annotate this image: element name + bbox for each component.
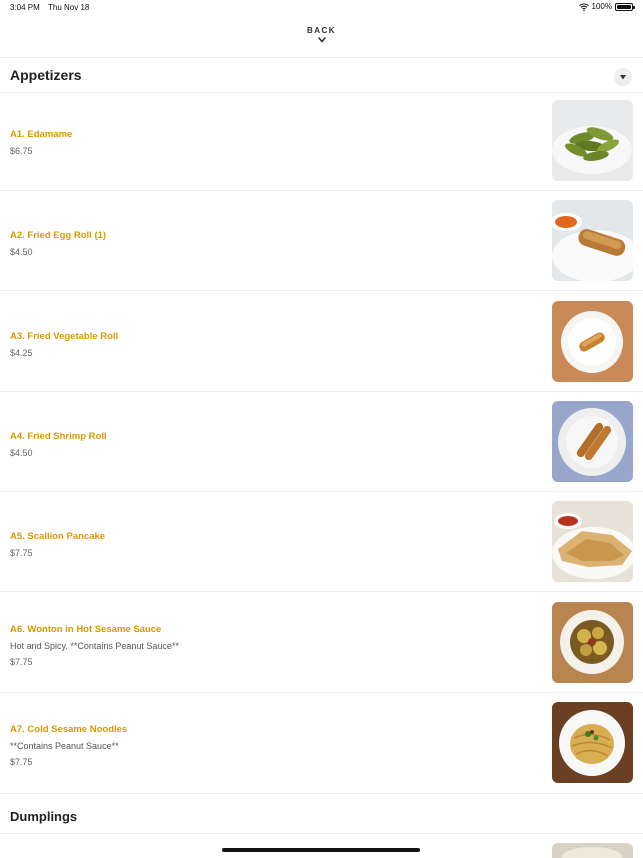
section-header-dumplings[interactable]: Dumplings: [0, 797, 643, 833]
menu-item[interactable]: A6. Wonton in Hot Sesame Sauce Hot and S…: [0, 595, 643, 695]
back-label: BACK: [306, 26, 337, 35]
battery-icon: [615, 2, 635, 11]
item-price: $6.75: [10, 146, 33, 156]
section-title: Dumplings: [10, 809, 78, 824]
item-photo: [552, 501, 633, 582]
item-photo: [552, 602, 633, 683]
divider: [0, 290, 643, 291]
wifi-icon: [578, 3, 589, 11]
menu-item[interactable]: A7. Cold Sesame Noodles **Contains Peanu…: [0, 695, 643, 795]
item-name: A6. Wonton in Hot Sesame Sauce: [10, 624, 162, 635]
back-button[interactable]: BACK: [0, 26, 643, 44]
item-description: Hot and Spicy. **Contains Peanut Sauce**: [10, 641, 179, 651]
divider: [0, 692, 643, 693]
home-indicator: [222, 848, 420, 852]
item-price: $4.50: [10, 448, 33, 458]
item-price: $4.50: [10, 247, 33, 257]
section-title: Appetizers: [10, 67, 82, 83]
item-photo: [552, 401, 633, 482]
item-photo: [552, 301, 633, 382]
divider: [0, 793, 643, 794]
battery-percent: 100%: [591, 2, 612, 11]
section-header-appetizers[interactable]: Appetizers: [0, 58, 643, 94]
divider: [0, 833, 643, 834]
item-name: A5. Scallion Pancake: [10, 531, 106, 542]
item-name: A7. Cold Sesame Noodles: [10, 724, 128, 735]
caret-down-icon: [620, 74, 626, 79]
menu-item[interactable]: A2. Fried Egg Roll (1) $4.50: [0, 193, 643, 293]
divider: [0, 190, 643, 191]
menu-item[interactable]: A3. Fried Vegetable Roll $4.25: [0, 294, 643, 394]
menu-item[interactable]: A1. Edamame $6.75: [0, 93, 643, 193]
chevron-down-icon: [317, 37, 326, 43]
status-time: 3:04 PM: [10, 3, 40, 12]
item-photo: [552, 100, 633, 181]
item-price: $7.75: [10, 548, 33, 558]
item-name: A4. Fried Shrimp Roll: [10, 431, 107, 442]
item-price: $4.25: [10, 348, 33, 358]
status-bar: 3:04 PM Thu Nov 18 100%: [0, 0, 643, 16]
status-indicators: 100%: [578, 2, 635, 11]
item-photo: [552, 702, 633, 783]
item-description: **Contains Peanut Sauce**: [10, 741, 119, 751]
divider: [0, 391, 643, 392]
menu-item[interactable]: A4. Fried Shrimp Roll $4.50: [0, 394, 643, 494]
divider: [0, 591, 643, 592]
item-price: $7.75: [10, 657, 33, 667]
collapse-button[interactable]: [614, 68, 632, 86]
item-name: A1. Edamame: [10, 129, 73, 140]
divider: [0, 491, 643, 492]
item-photo: [552, 200, 633, 281]
status-date: Thu Nov 18: [48, 3, 90, 12]
item-price: $7.75: [10, 757, 33, 767]
item-name: A3. Fried Vegetable Roll: [10, 331, 119, 342]
item-name: A2. Fried Egg Roll (1): [10, 230, 107, 241]
item-photo: [552, 843, 633, 858]
menu-item[interactable]: A5. Scallion Pancake $7.75: [0, 494, 643, 594]
